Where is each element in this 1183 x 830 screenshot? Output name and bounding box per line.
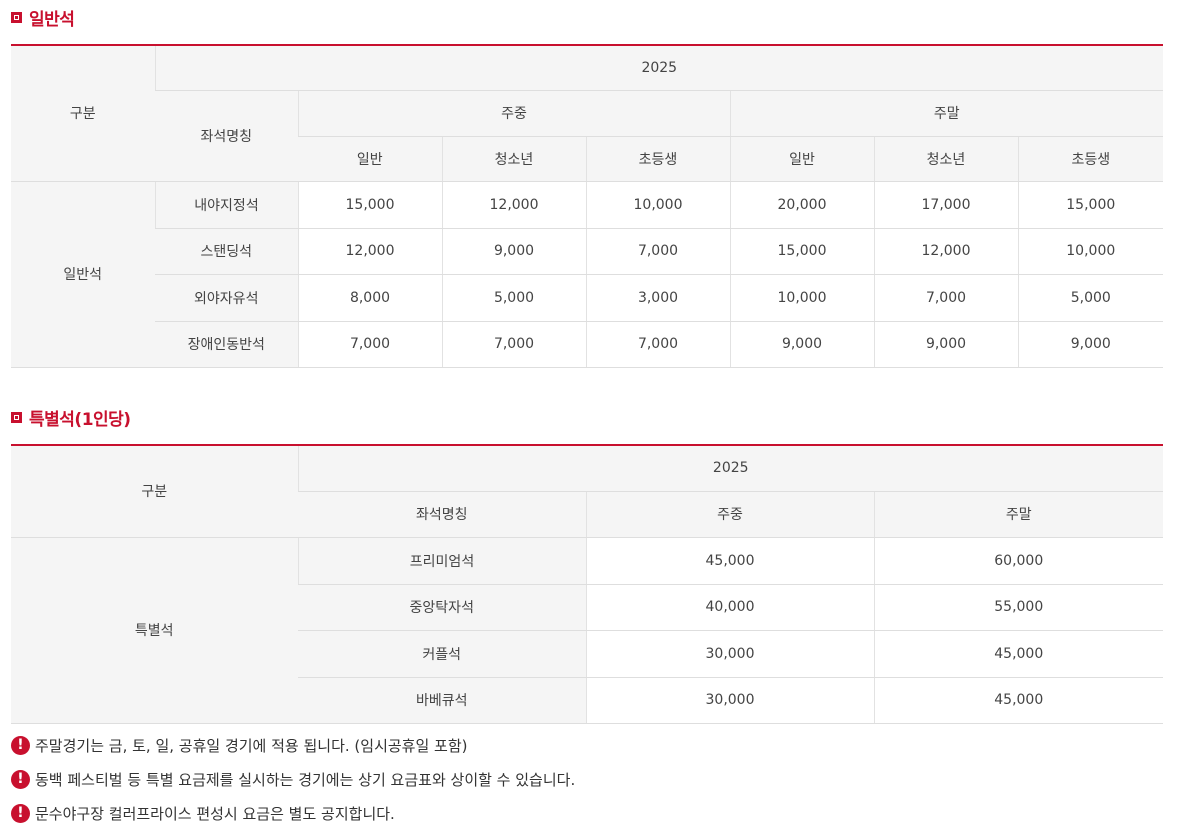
- price-cell: 9,000: [729, 321, 874, 368]
- table-row: 외야자유석 8,000 5,000 3,000 10,000 7,000 5,0…: [11, 274, 1164, 322]
- price-cell: 12,000: [441, 181, 586, 229]
- price-cell: 9,000: [873, 321, 1018, 368]
- header-seat-name: 좌석명칭: [298, 491, 586, 538]
- price-cell: 7,000: [297, 321, 442, 368]
- header-sub: 초등생: [585, 136, 730, 182]
- header-year: 2025: [297, 445, 1163, 492]
- price-cell: 55,000: [873, 584, 1163, 631]
- table-row: 일반석 내야지정석 15,000 12,000 10,000 20,000 17…: [11, 181, 1164, 368]
- price-cell: 12,000: [297, 228, 442, 275]
- note-text: 동백 페스티벌 등 특별 요금제를 실시하는 경기에는 상기 요금표와 상이할 …: [35, 770, 576, 789]
- price-cell: 5,000: [1017, 274, 1164, 322]
- price-cell: 9,000: [441, 228, 586, 275]
- price-cell: 15,000: [729, 228, 874, 275]
- price-cell: 10,000: [585, 181, 730, 229]
- note-item: ! 주말경기는 금, 토, 일, 공휴일 경기에 적용 됩니다. (임시공휴일 …: [11, 728, 575, 762]
- table-row: 장애인동반석 7,000 7,000 7,000 9,000 9,000 9,0…: [11, 321, 1164, 368]
- seat-name: 바베큐석: [298, 677, 586, 724]
- price-cell: 7,000: [873, 274, 1018, 322]
- header-seat-name: 좌석명칭: [155, 90, 298, 182]
- price-cell: 9,000: [1017, 321, 1164, 368]
- note-text: 문수야구장 컬러프라이스 편성시 요금은 별도 공지합니다.: [35, 804, 395, 823]
- price-cell: 8,000: [297, 274, 442, 322]
- special-seat-price-table: 구분 2025 좌석명칭 주중 주말 특별석 프리미엄석 45,000 60,0…: [11, 444, 1163, 724]
- price-cell: 15,000: [297, 181, 442, 229]
- seat-name: 프리미엄석: [297, 537, 586, 585]
- seat-name: 장애인동반석: [155, 321, 298, 368]
- header-sub: 일반: [729, 136, 874, 182]
- note-text: 주말경기는 금, 토, 일, 공휴일 경기에 적용 됩니다. (임시공휴일 포함…: [35, 736, 468, 755]
- section-title-special: 특별석(1인당): [11, 405, 131, 430]
- header-year: 2025: [154, 45, 1164, 91]
- price-cell: 7,000: [441, 321, 586, 368]
- price-cell: 5,000: [441, 274, 586, 322]
- header-category: 구분: [11, 45, 155, 182]
- price-cell: 3,000: [585, 274, 730, 322]
- header-sub: 일반: [298, 136, 442, 182]
- general-seat-price-table: 구분 2025 좌석명칭 주중 주말 일반 청소년 초등생 일반 청소년 초등생…: [11, 44, 1164, 368]
- price-cell: 30,000: [585, 677, 874, 724]
- section-title-text: 특별석(1인당): [29, 410, 131, 430]
- group-label: 특별석: [11, 537, 298, 724]
- price-cell: 17,000: [873, 181, 1018, 229]
- price-cell: 60,000: [873, 537, 1163, 585]
- note-item: ! 동백 페스티벌 등 특별 요금제를 실시하는 경기에는 상기 요금표와 상이…: [11, 762, 575, 796]
- seat-name: 중앙탁자석: [298, 584, 586, 631]
- notes-list: ! 주말경기는 금, 토, 일, 공휴일 경기에 적용 됩니다. (임시공휴일 …: [11, 728, 575, 830]
- exclamation-circle-icon: !: [11, 735, 30, 755]
- seat-name: 내야지정석: [154, 181, 298, 229]
- header-weekday: 주중: [297, 90, 730, 137]
- price-cell: 7,000: [585, 321, 730, 368]
- price-cell: 45,000: [873, 677, 1163, 724]
- header-sub: 청소년: [873, 136, 1018, 182]
- exclamation-circle-icon: !: [11, 769, 30, 789]
- price-cell: 7,000: [585, 228, 730, 275]
- price-cell: 30,000: [585, 630, 874, 678]
- price-cell: 20,000: [729, 181, 874, 229]
- price-cell: 45,000: [873, 630, 1163, 678]
- header-sub: 청소년: [441, 136, 586, 182]
- section-title-general: 일반석: [11, 5, 75, 30]
- table-row: 스탠딩석 12,000 9,000 7,000 15,000 12,000 10…: [11, 228, 1164, 275]
- header-category: 구분: [11, 445, 298, 538]
- seat-name: 스탠딩석: [155, 228, 298, 275]
- price-cell: 15,000: [1017, 181, 1164, 229]
- header-weekend: 주말: [873, 491, 1163, 538]
- square-bullet-icon: [11, 12, 22, 23]
- price-cell: 40,000: [585, 584, 874, 631]
- price-cell: 12,000: [873, 228, 1018, 275]
- seat-name: 커플석: [298, 630, 586, 678]
- price-cell: 10,000: [729, 274, 874, 322]
- group-label: 일반석: [11, 181, 155, 368]
- square-bullet-icon: [11, 412, 22, 423]
- header-weekend: 주말: [729, 90, 1164, 137]
- price-cell: 10,000: [1017, 228, 1164, 275]
- seat-name: 외야자유석: [155, 274, 298, 322]
- note-item: ! 문수야구장 컬러프라이스 편성시 요금은 별도 공지합니다.: [11, 796, 575, 830]
- header-weekday: 주중: [585, 491, 874, 538]
- table-row: 특별석 프리미엄석 45,000 60,000: [11, 537, 1163, 724]
- exclamation-circle-icon: !: [11, 803, 30, 823]
- price-cell: 45,000: [585, 537, 874, 585]
- header-sub: 초등생: [1017, 136, 1164, 182]
- section-title-text: 일반석: [29, 10, 75, 30]
